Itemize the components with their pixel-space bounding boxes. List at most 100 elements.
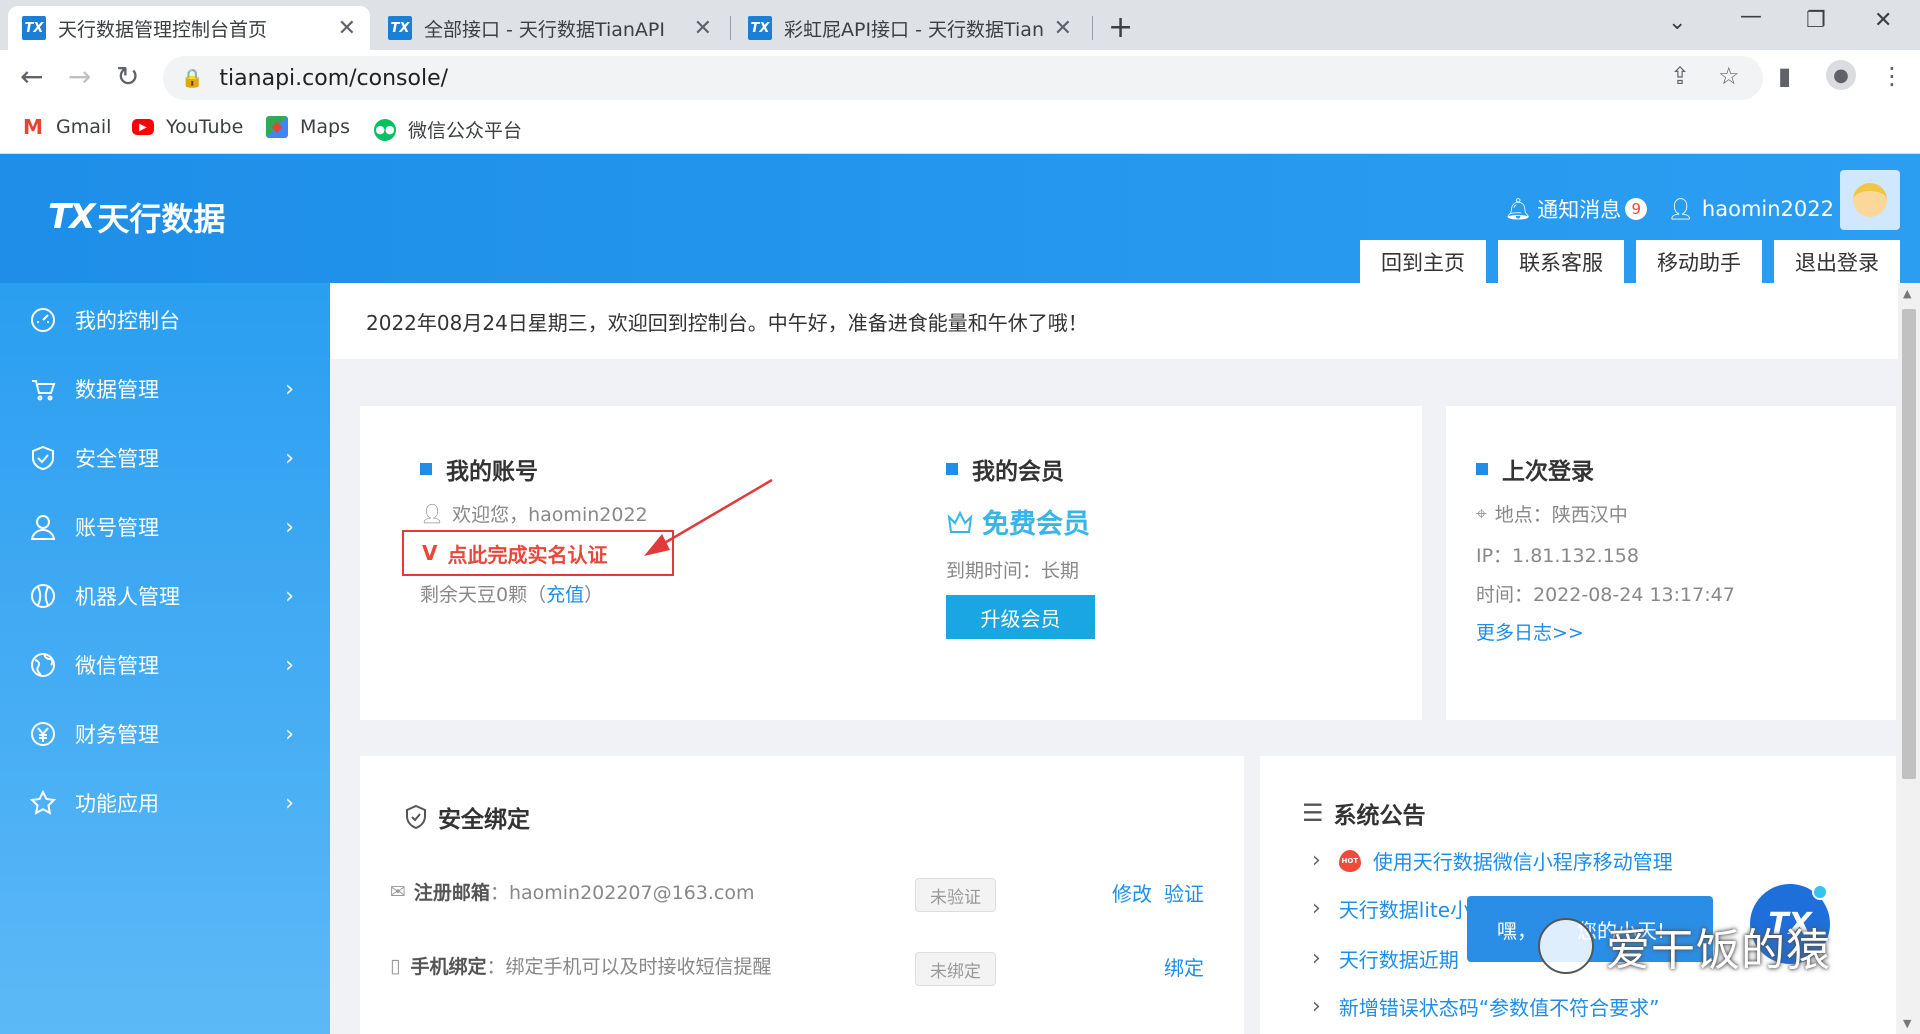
- logo-mark: TX: [48, 197, 95, 237]
- bind-phone-link[interactable]: 绑定: [1164, 952, 1204, 981]
- dashboard-icon: [27, 304, 59, 336]
- tab-separator: [730, 16, 731, 40]
- side-panel-icon[interactable]: ▮: [1778, 62, 1791, 90]
- site-logo[interactable]: TX 天行数据: [48, 194, 225, 240]
- bookmark-gmail[interactable]: M Gmail: [22, 115, 112, 139]
- new-tab-plus-icon[interactable]: +: [1108, 10, 1133, 45]
- chevron-right-icon: ›: [285, 445, 294, 471]
- sidebar: 我的控制台 数据管理 › 安全管理 › 账号管理 › 机器人管理 › 微信管理 …: [0, 283, 330, 1034]
- notice-item[interactable]: › 新增错误状态码“参数值不符合要求”: [1312, 992, 1660, 1021]
- notices-title: ☰ 系统公告: [1302, 796, 1426, 830]
- tab-title: 全部接口 - 天行数据TianAPI: [424, 18, 665, 41]
- email-row: ✉ 注册邮箱 ：haomin202207@163.com: [390, 878, 755, 905]
- crown-icon: [947, 510, 973, 533]
- sidebar-item-finance[interactable]: 财务管理 ›: [0, 704, 330, 764]
- mobile-assistant-button[interactable]: 移动助手: [1636, 240, 1762, 283]
- notice-item[interactable]: › 天行数据近期: [1312, 944, 1459, 973]
- tab-search-chevron-icon[interactable]: ⌄: [1668, 10, 1686, 35]
- section-marker: [946, 463, 958, 475]
- sidebar-item-label: 财务管理: [75, 723, 159, 747]
- scrollbar-thumb[interactable]: [1902, 309, 1916, 779]
- window-close-icon[interactable]: ✕: [1874, 8, 1892, 33]
- contact-support-button[interactable]: 联系客服: [1498, 240, 1624, 283]
- bell-icon[interactable]: 🔔︎: [1505, 197, 1532, 222]
- section-title-text: 我的会员: [972, 459, 1064, 485]
- verify-email-link[interactable]: 验证: [1164, 878, 1204, 907]
- avatar[interactable]: [1840, 170, 1900, 230]
- scroll-up-icon[interactable]: ▲: [1903, 287, 1911, 300]
- login-location-text: 地点：陕西汉中: [1494, 504, 1628, 526]
- list-icon: ☰: [1302, 799, 1324, 827]
- sidebar-item-robot[interactable]: 机器人管理 ›: [0, 566, 330, 626]
- sidebar-item-features[interactable]: 功能应用 ›: [0, 773, 330, 833]
- logo-text: 天行数据: [97, 200, 226, 238]
- more-logs-link[interactable]: 更多日志>>: [1476, 618, 1584, 645]
- chevron-right-icon: ›: [285, 514, 294, 540]
- logout-button[interactable]: 退出登录: [1774, 240, 1900, 283]
- online-dot-icon: [1812, 884, 1828, 900]
- tab-separator: [1092, 16, 1093, 40]
- shield-icon: [406, 804, 426, 830]
- upgrade-membership-button[interactable]: 升级会员: [946, 595, 1095, 639]
- sidebar-item-label: 机器人管理: [75, 585, 180, 609]
- close-icon[interactable]: ✕: [694, 16, 712, 41]
- login-location-line: ⌖ 地点：陕西汉中: [1476, 500, 1628, 527]
- share-icon[interactable]: ⇪: [1670, 62, 1690, 90]
- recharge-link[interactable]: 充值: [546, 580, 584, 607]
- sidebar-item-security[interactable]: 安全管理 ›: [0, 428, 330, 488]
- bookmark-wechat[interactable]: ●● 微信公众平台: [374, 116, 522, 143]
- close-icon[interactable]: ✕: [338, 16, 356, 41]
- page-scrollbar[interactable]: ▲ ▼: [1898, 283, 1920, 1034]
- home-button[interactable]: 回到主页: [1360, 240, 1486, 283]
- beans-line: 剩余天豆0颗（ 充值 ）: [420, 580, 603, 607]
- notice-item[interactable]: › HOT 使用天行数据微信小程序移动管理: [1312, 846, 1673, 875]
- membership-level: 免费会员: [946, 502, 1090, 541]
- greeting-text: 2022年08月24日星期三，欢迎回到控制台。中午好，准备进食能量和午休了哦！: [366, 310, 1088, 335]
- shield-icon: [27, 442, 59, 474]
- reload-icon[interactable]: ↻: [116, 60, 139, 93]
- v-mark-icon: V: [422, 541, 438, 565]
- username-link[interactable]: haomin2022: [1702, 197, 1834, 221]
- sidebar-item-data[interactable]: 数据管理 ›: [0, 359, 330, 419]
- notify-link[interactable]: 通知消息: [1537, 194, 1621, 224]
- sidebar-item-console[interactable]: 我的控制台: [0, 290, 330, 350]
- menu-kebab-icon[interactable]: ⋮: [1880, 62, 1904, 90]
- welcome-line: 👤︎ 欢迎您，haomin2022: [420, 500, 648, 527]
- section-title-text: 我的账号: [446, 459, 538, 485]
- back-arrow-icon[interactable]: ←: [20, 60, 43, 93]
- welcome-text: 欢迎您，haomin2022: [452, 504, 648, 526]
- header-user-area: 🔔︎ 通知消息 9 👤︎ haomin2022: [1505, 194, 1834, 224]
- email-value: ：haomin202207@163.com: [489, 882, 755, 904]
- notice-text: 使用天行数据微信小程序移动管理: [1372, 850, 1673, 874]
- bookmark-youtube[interactable]: ▶ YouTube: [132, 116, 243, 138]
- browser-tab-all-apis[interactable]: TX 全部接口 - 天行数据TianAPI ✕: [374, 6, 726, 50]
- bookmark-label: Gmail: [56, 116, 112, 138]
- bookmark-maps[interactable]: ◆ Maps: [266, 116, 350, 138]
- scroll-down-icon[interactable]: ▼: [1903, 1017, 1911, 1030]
- notice-text: 天行数据lite小: [1338, 898, 1471, 922]
- verify-identity-link[interactable]: V 点此完成实名认证: [402, 530, 674, 576]
- page-header: TX 天行数据 🔔︎ 通知消息 9 👤︎ haomin2022 回到主页 联系客…: [0, 154, 1920, 283]
- sidebar-item-wechat[interactable]: 微信管理 ›: [0, 635, 330, 695]
- forward-arrow-icon[interactable]: →: [68, 60, 91, 93]
- bookmark-star-icon[interactable]: ☆: [1718, 62, 1740, 90]
- maps-icon: ◆: [266, 116, 288, 138]
- star-icon: [27, 787, 59, 819]
- address-bar[interactable]: 🔒 tianapi.com/console/: [163, 56, 1763, 100]
- chat-popup-text: 嘿，: [1497, 918, 1537, 943]
- profile-avatar-icon[interactable]: ●: [1826, 60, 1856, 90]
- browser-tab-console[interactable]: TX 天行数据管理控制台首页 ✕: [8, 6, 370, 50]
- sidebar-item-account[interactable]: 账号管理 ›: [0, 497, 330, 557]
- header-buttons: 回到主页 联系客服 移动助手 退出登录: [1348, 240, 1900, 283]
- bookmark-label: 微信公众平台: [408, 120, 523, 142]
- edit-email-link[interactable]: 修改: [1112, 878, 1152, 907]
- restore-icon[interactable]: ❐: [1806, 8, 1826, 33]
- expire-line: 到期时间：长期: [946, 556, 1079, 583]
- chevron-right-icon: ›: [1312, 896, 1321, 921]
- close-icon[interactable]: ✕: [1054, 16, 1072, 41]
- phone-status-badge: 未绑定: [915, 952, 996, 986]
- browser-tab-rainbow-api[interactable]: TX 彩虹屁API接口 - 天行数据TianAPI ✕: [734, 6, 1086, 50]
- location-pin-icon: ⌖: [1476, 502, 1487, 525]
- notice-item[interactable]: › 天行数据lite小: [1312, 894, 1470, 923]
- minimize-icon[interactable]: —: [1740, 4, 1762, 29]
